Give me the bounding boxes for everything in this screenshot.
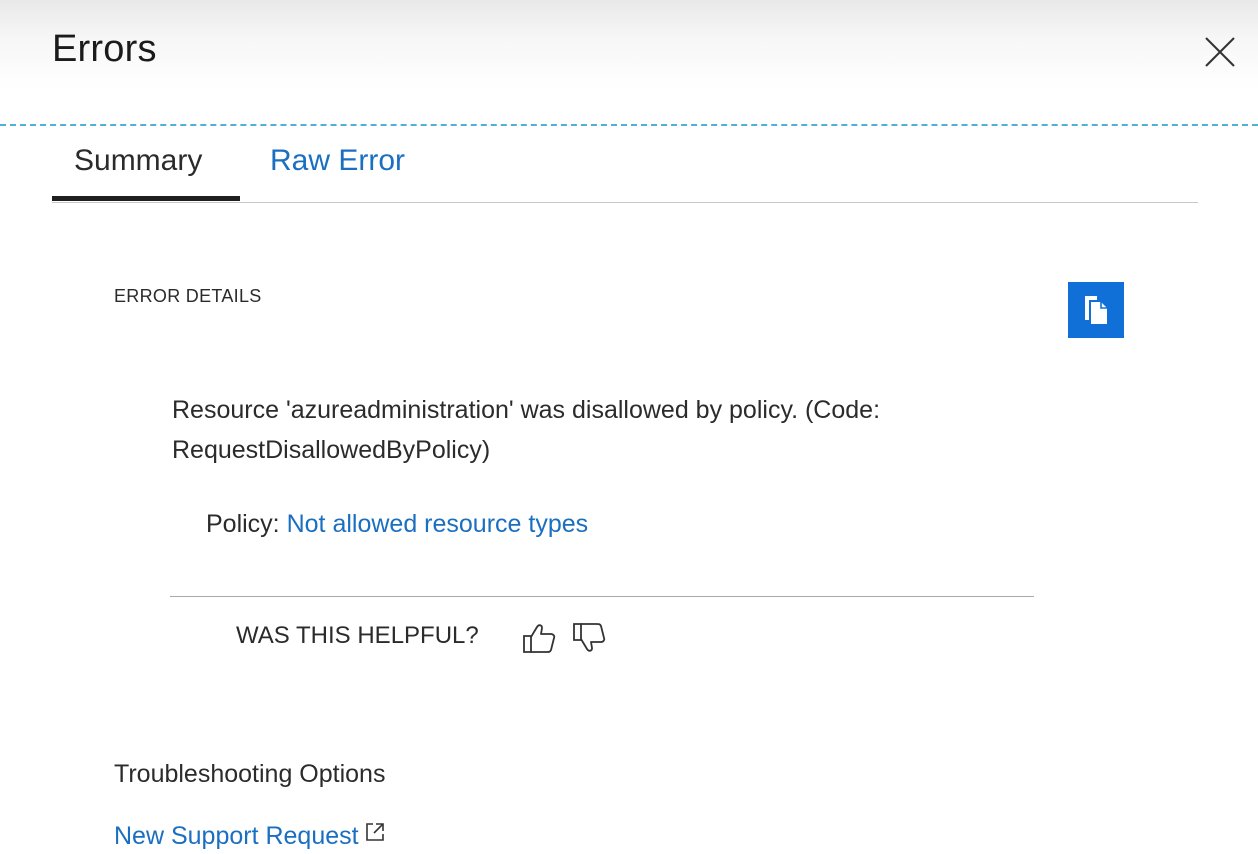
copy-icon — [1085, 296, 1107, 324]
policy-row: Policy: Not allowed resource types — [206, 510, 588, 539]
helpful-question: WAS THIS HELPFUL? — [236, 622, 479, 649]
panel-title: Errors — [52, 28, 157, 70]
error-details-heading: ERROR DETAILS — [114, 286, 262, 306]
close-icon — [1205, 37, 1235, 67]
new-support-request-link[interactable]: New Support Request — [114, 820, 385, 851]
error-message-line-2: RequestDisallowedByPolicy) — [172, 436, 491, 464]
troubleshooting-heading: Troubleshooting Options — [114, 760, 386, 788]
thumbs-up-icon — [523, 624, 556, 653]
tab-summary-label: Summary — [74, 144, 203, 177]
thumbs-down-icon — [573, 623, 606, 652]
policy-link[interactable]: Not allowed resource types — [287, 510, 589, 538]
thumbs-up-button[interactable] — [520, 618, 560, 658]
copy-button[interactable] — [1068, 282, 1124, 338]
close-button[interactable] — [1202, 34, 1238, 70]
tab-raw-error-label: Raw Error — [270, 144, 406, 177]
error-message: Resource 'azureadministration' was disal… — [172, 390, 1052, 470]
header-divider — [0, 124, 1258, 126]
tab-bar: Summary Raw Error — [52, 140, 1198, 203]
tab-summary[interactable]: Summary — [74, 144, 202, 178]
error-message-line-1: Resource 'azureadministration' was disal… — [172, 396, 881, 424]
new-support-request-label: New Support Request — [114, 822, 359, 850]
tab-raw-error[interactable]: Raw Error — [270, 144, 405, 178]
policy-label: Policy: — [206, 510, 287, 538]
active-tab-indicator — [52, 196, 240, 201]
header-background — [0, 0, 1258, 120]
external-link-icon — [365, 820, 385, 849]
errors-panel: Errors Summary Raw Error ERROR DETAILS R… — [0, 0, 1258, 854]
feedback-divider — [170, 596, 1034, 597]
thumbs-down-button[interactable] — [570, 618, 610, 658]
